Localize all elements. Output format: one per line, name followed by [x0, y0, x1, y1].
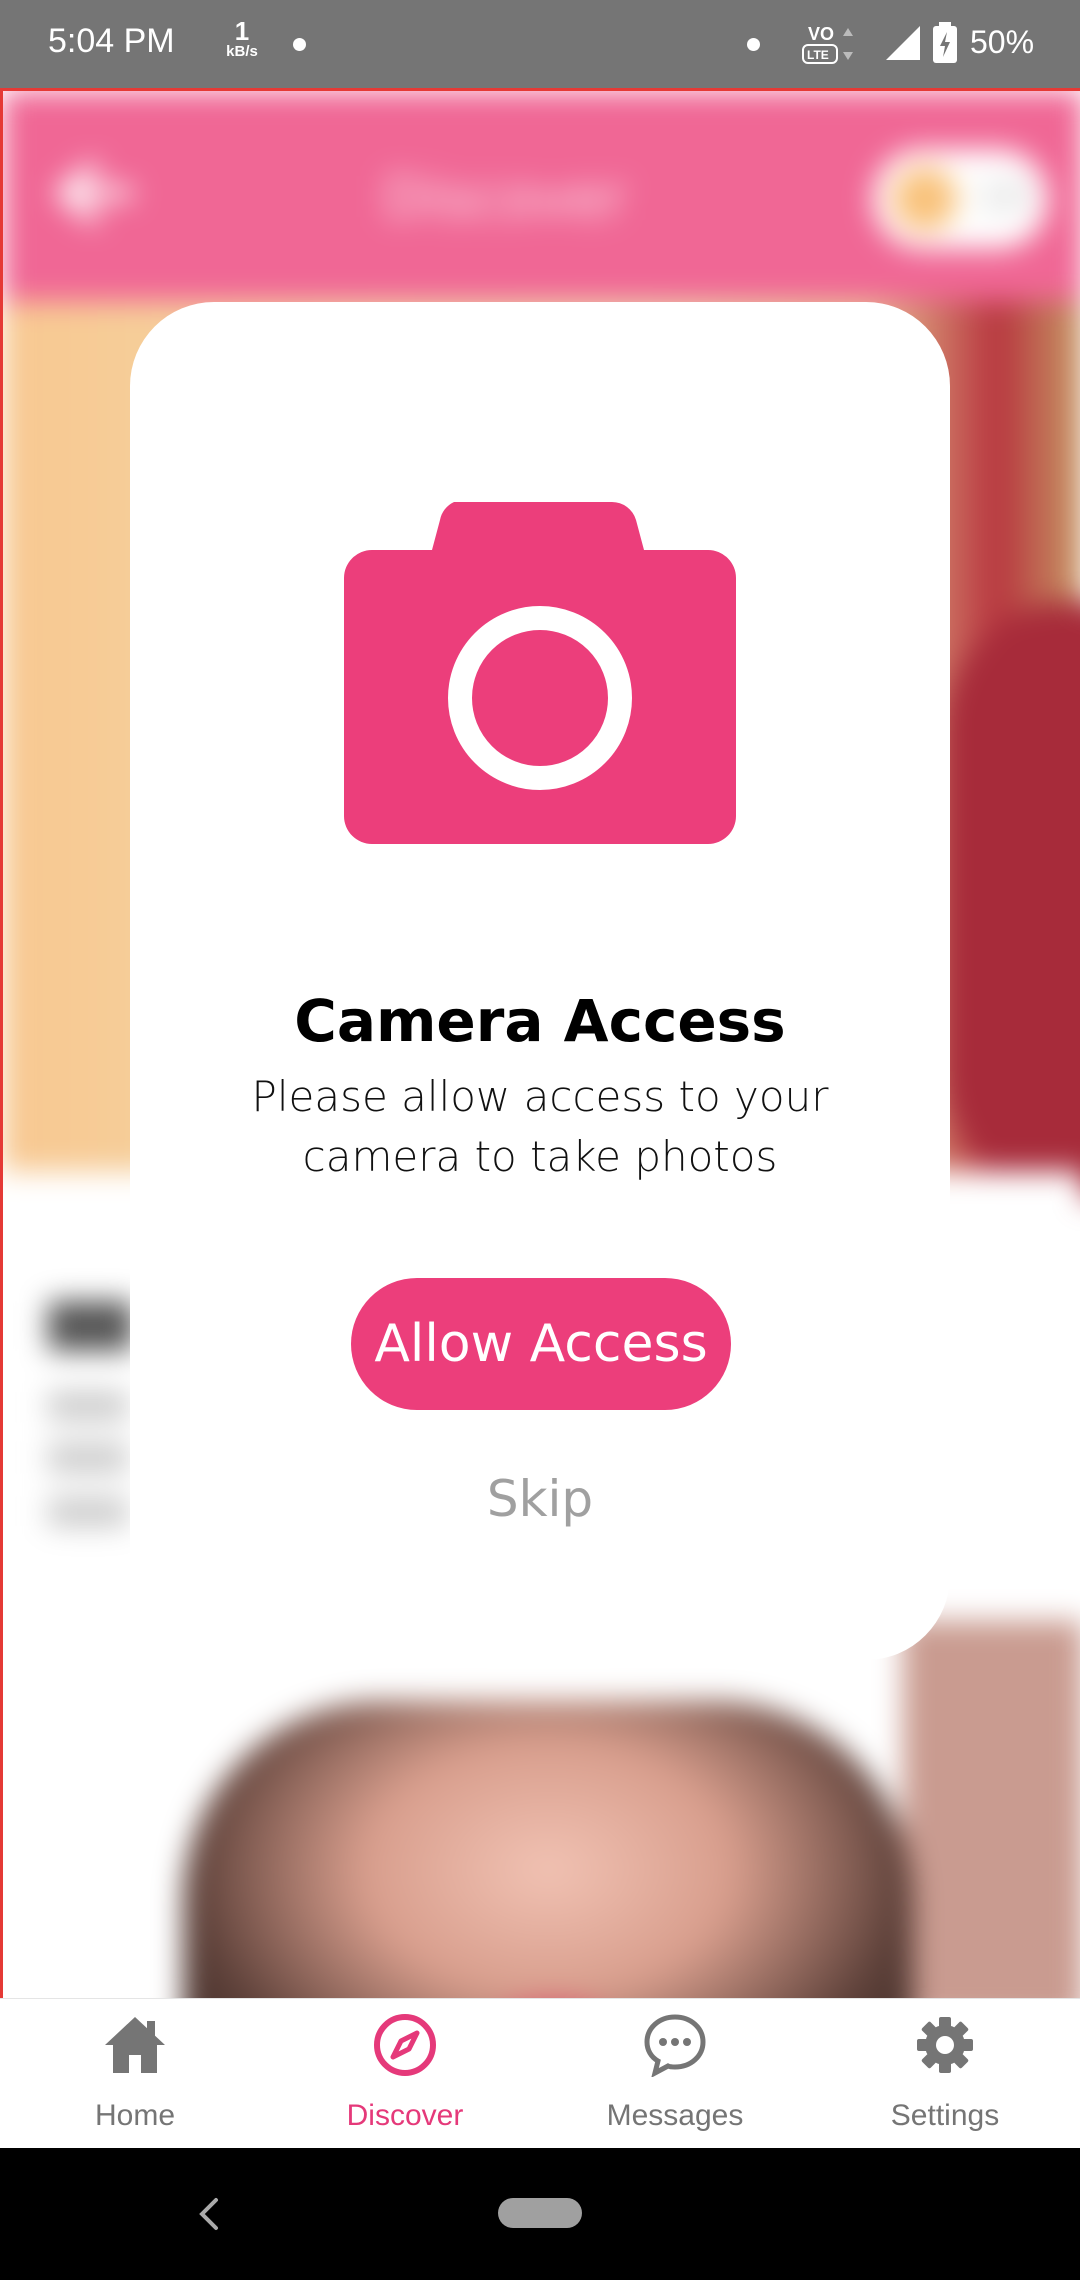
compass-icon	[374, 2014, 436, 2076]
back-arrow-icon[interactable]	[53, 163, 133, 223]
camera-icon	[344, 502, 736, 844]
bottom-navigation: Home Discover Messages Settings	[0, 1998, 1080, 2149]
system-back-icon[interactable]	[190, 2194, 230, 2234]
nav-label-home: Home	[94, 2099, 176, 2132]
network-speed-value: 1	[234, 16, 250, 46]
app-header: Discover 10	[3, 91, 1080, 301]
svg-text:LTE: LTE	[807, 48, 829, 62]
network-speed-unit: kB/s	[226, 43, 258, 60]
battery-percent: 50%	[970, 24, 1035, 60]
battery-charging-icon	[933, 22, 957, 63]
notification-dot-icon	[747, 38, 760, 51]
nav-item-discover[interactable]: Discover	[270, 1999, 540, 2149]
gear-icon	[917, 2017, 973, 2073]
profile-detail-placeholder	[48, 1391, 128, 1421]
nav-item-messages[interactable]: Messages	[540, 1999, 810, 2149]
svg-text:VO: VO	[808, 24, 834, 44]
system-navigation-bar	[0, 2148, 1080, 2280]
status-bar: 5:04 PM 1 kB/s VO LTE 50%	[0, 0, 1080, 88]
nav-item-settings[interactable]: Settings	[810, 1999, 1080, 2149]
profile-face	[183, 1701, 913, 1998]
header-title: Discover	[383, 166, 627, 231]
network-speed: 1 kB/s	[212, 18, 272, 59]
dialog-message: Please allow access to your camera to ta…	[251, 1072, 829, 1181]
notification-dot-icon	[293, 38, 306, 51]
allow-access-button[interactable]: Allow Access	[351, 1278, 731, 1410]
next-profile-photo	[3, 1611, 1080, 1998]
nav-item-home[interactable]: Home	[0, 1999, 270, 2149]
nav-label-settings: Settings	[890, 2099, 1000, 2132]
photo-side	[903, 1621, 1080, 1998]
nav-label-messages: Messages	[606, 2099, 744, 2132]
profile-photo-figure	[943, 601, 1080, 1201]
skip-link[interactable]: Skip	[130, 1470, 950, 1528]
coin-count: 10	[978, 174, 1029, 220]
dialog-title: Camera Access	[294, 987, 786, 1055]
status-time: 5:04 PM	[48, 22, 175, 60]
coin-balance[interactable]: 10	[873, 149, 1048, 249]
chat-bubble-icon	[644, 2014, 706, 2077]
home-icon	[105, 2017, 165, 2073]
profile-detail-placeholder	[48, 1497, 128, 1527]
profile-age-placeholder	[48, 1301, 133, 1351]
nav-label-discover: Discover	[346, 2099, 464, 2132]
coin-icon	[893, 167, 957, 231]
profile-detail-placeholder	[48, 1443, 128, 1473]
cell-signal-icon	[886, 26, 920, 60]
system-home-pill[interactable]	[498, 2198, 582, 2228]
volte-icon: VO LTE	[802, 24, 853, 64]
camera-access-dialog: Camera Access Please allow access to you…	[130, 302, 950, 1660]
